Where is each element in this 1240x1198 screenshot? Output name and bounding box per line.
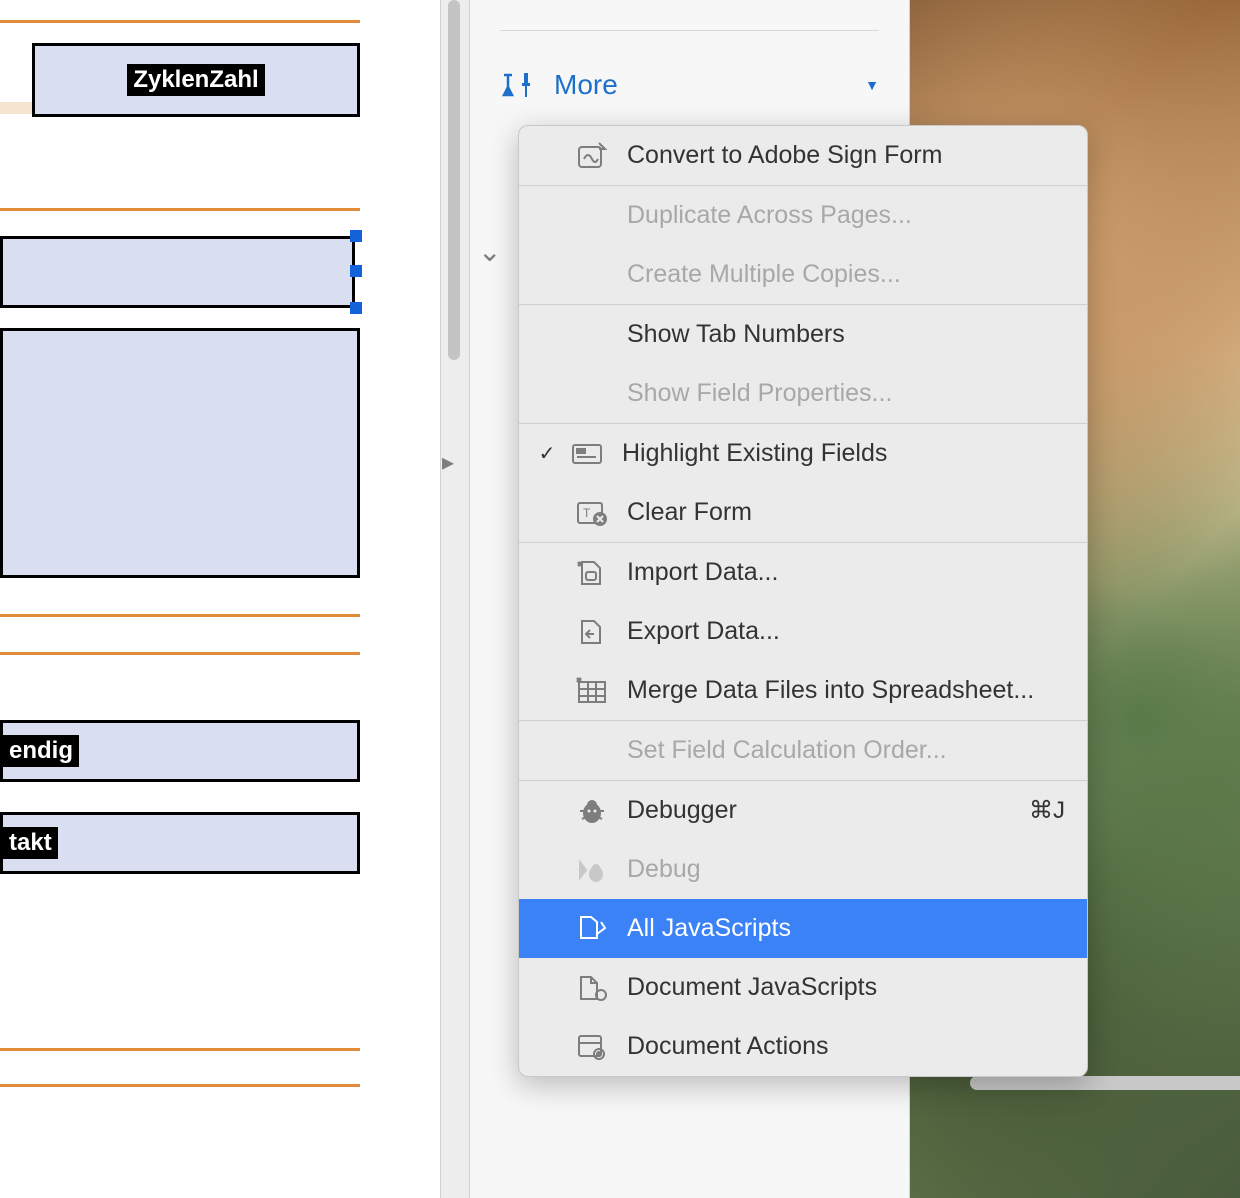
menu-label: Convert to Adobe Sign Form [627, 141, 942, 170]
highlight-bar [0, 102, 32, 114]
menu-create-multiple-copies: Create Multiple Copies... [519, 245, 1087, 304]
menu-label: Document JavaScripts [627, 973, 877, 1002]
menu-merge-data-files[interactable]: Merge Data Files into Spreadsheet... [519, 661, 1087, 720]
menu-label: All JavaScripts [627, 914, 791, 943]
checkmark-icon: ✓ [537, 441, 557, 466]
document-actions-icon [572, 1029, 612, 1064]
selection-handle[interactable] [350, 230, 362, 242]
menu-label: Document Actions [627, 1032, 829, 1061]
keyboard-shortcut: ⌘J [1029, 796, 1065, 825]
menu-label: Create Multiple Copies... [627, 260, 901, 289]
javascript-icon [572, 911, 612, 946]
divider [500, 30, 879, 31]
field-label: endig [3, 735, 79, 767]
form-field-selected[interactable] [0, 236, 355, 308]
menu-label: Debugger [627, 796, 737, 825]
svg-text:T: T [583, 506, 591, 520]
document-canvas[interactable]: ZyklenZahl endig takt [0, 0, 430, 1198]
menu-show-field-properties: Show Field Properties... [519, 364, 1087, 423]
import-icon [572, 555, 612, 590]
more-dropdown-menu: Convert to Adobe Sign Form Duplicate Acr… [518, 125, 1088, 1077]
menu-document-actions[interactable]: Document Actions [519, 1017, 1087, 1076]
divider-line [0, 1084, 360, 1087]
tools-icon [500, 69, 536, 101]
menu-label: Debug [627, 855, 701, 884]
more-label: More [554, 69, 618, 101]
menu-show-tab-numbers[interactable]: Show Tab Numbers [519, 305, 1087, 364]
menu-duplicate-across-pages: Duplicate Across Pages... [519, 186, 1087, 245]
menu-label: Duplicate Across Pages... [627, 201, 912, 230]
debug-icon [572, 852, 612, 887]
highlight-fields-icon [567, 436, 607, 471]
menu-document-javascripts[interactable]: Document JavaScripts [519, 958, 1087, 1017]
menu-label: Clear Form [627, 498, 752, 527]
menu-label: Show Tab Numbers [627, 320, 845, 349]
selection-handle[interactable] [350, 265, 362, 277]
document-js-icon [572, 970, 612, 1005]
clear-form-icon: T [572, 495, 612, 530]
divider-line [0, 614, 360, 617]
panel-expand-icon[interactable]: ▸ [442, 448, 454, 477]
chevron-down-icon: ▼ [865, 77, 879, 93]
divider-line [0, 652, 360, 655]
vertical-scrollbar-thumb[interactable] [448, 0, 460, 360]
form-field-aendig[interactable]: endig [0, 720, 360, 782]
divider-line [0, 1048, 360, 1051]
selection-handle[interactable] [350, 302, 362, 314]
bug-icon [572, 793, 612, 828]
menu-convert-to-adobe-sign[interactable]: Convert to Adobe Sign Form [519, 126, 1087, 185]
chevron-down-icon[interactable]: ⌄ [478, 235, 501, 268]
form-field-zyklenzahl[interactable]: ZyklenZahl [32, 43, 360, 117]
menu-label: Import Data... [627, 558, 778, 587]
convert-sign-icon [572, 138, 612, 173]
form-field-large[interactable] [0, 328, 360, 578]
menu-label: Export Data... [627, 617, 780, 646]
spreadsheet-icon [572, 673, 612, 708]
menu-debugger[interactable]: Debugger ⌘J [519, 781, 1087, 840]
menu-set-field-calculation-order: Set Field Calculation Order... [519, 721, 1087, 780]
field-label: ZyklenZahl [127, 64, 264, 96]
menu-export-data[interactable]: Export Data... [519, 602, 1087, 661]
menu-debug: Debug [519, 840, 1087, 899]
divider-line [0, 208, 360, 211]
menu-label: Show Field Properties... [627, 379, 892, 408]
menu-all-javascripts[interactable]: All JavaScripts [519, 899, 1087, 958]
menu-import-data[interactable]: Import Data... [519, 543, 1087, 602]
divider-line [0, 20, 360, 23]
menu-label: Set Field Calculation Order... [627, 736, 947, 765]
field-label: takt [3, 827, 58, 859]
more-dropdown-trigger[interactable]: More ▼ [500, 51, 879, 119]
menu-label: Merge Data Files into Spreadsheet... [627, 676, 1034, 705]
menu-clear-form[interactable]: T Clear Form [519, 483, 1087, 542]
horizontal-scrollbar-thumb[interactable] [970, 1076, 1240, 1090]
form-field-ntakt[interactable]: takt [0, 812, 360, 874]
export-icon [572, 614, 612, 649]
menu-label: Highlight Existing Fields [622, 439, 887, 468]
menu-highlight-existing-fields[interactable]: ✓ Highlight Existing Fields [519, 424, 1087, 483]
